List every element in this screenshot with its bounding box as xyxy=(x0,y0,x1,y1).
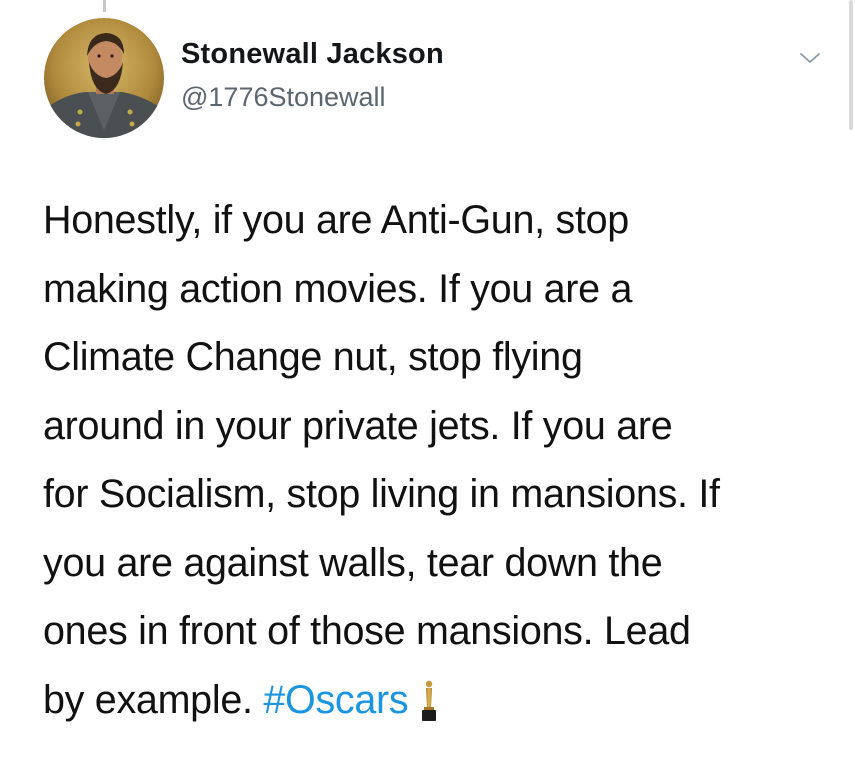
oscar-statuette-icon xyxy=(418,676,440,721)
tweet-text-segment: by example. xyxy=(43,677,253,722)
tweet-card: Stonewall Jackson @1776Stonewall Honestl… xyxy=(0,0,855,769)
top-edge-artifact xyxy=(103,0,106,12)
tweet-text-last-line: by example. #Oscars xyxy=(43,666,843,735)
tweet-text-line: you are against walls, tear down the xyxy=(43,540,663,585)
author-display-name[interactable]: Stonewall Jackson xyxy=(181,38,444,71)
tweet-text-line: around in your private jets. If you are xyxy=(43,403,673,448)
tweet-text-line: for Socialism, stop living in mansions. … xyxy=(43,472,720,516)
tweet-text-line: Climate Change nut, stop flying xyxy=(43,335,583,379)
portrait-avatar[interactable] xyxy=(44,18,164,138)
tweet-text-line: ones in front of those mansions. Lead xyxy=(43,609,691,653)
hashtag-link[interactable]: #Oscars xyxy=(263,678,408,722)
chevron-down-icon[interactable] xyxy=(798,46,822,70)
scroll-indicator[interactable] xyxy=(849,0,853,130)
author-handle[interactable]: @1776Stonewall xyxy=(181,82,386,113)
tweet-text-line: Honestly, if you are Anti-Gun, stop xyxy=(43,198,629,242)
tweet-text: Honestly, if you are Anti-Gun, stop maki… xyxy=(43,186,843,734)
tweet-text-line: making action movies. If you are a xyxy=(43,266,633,311)
